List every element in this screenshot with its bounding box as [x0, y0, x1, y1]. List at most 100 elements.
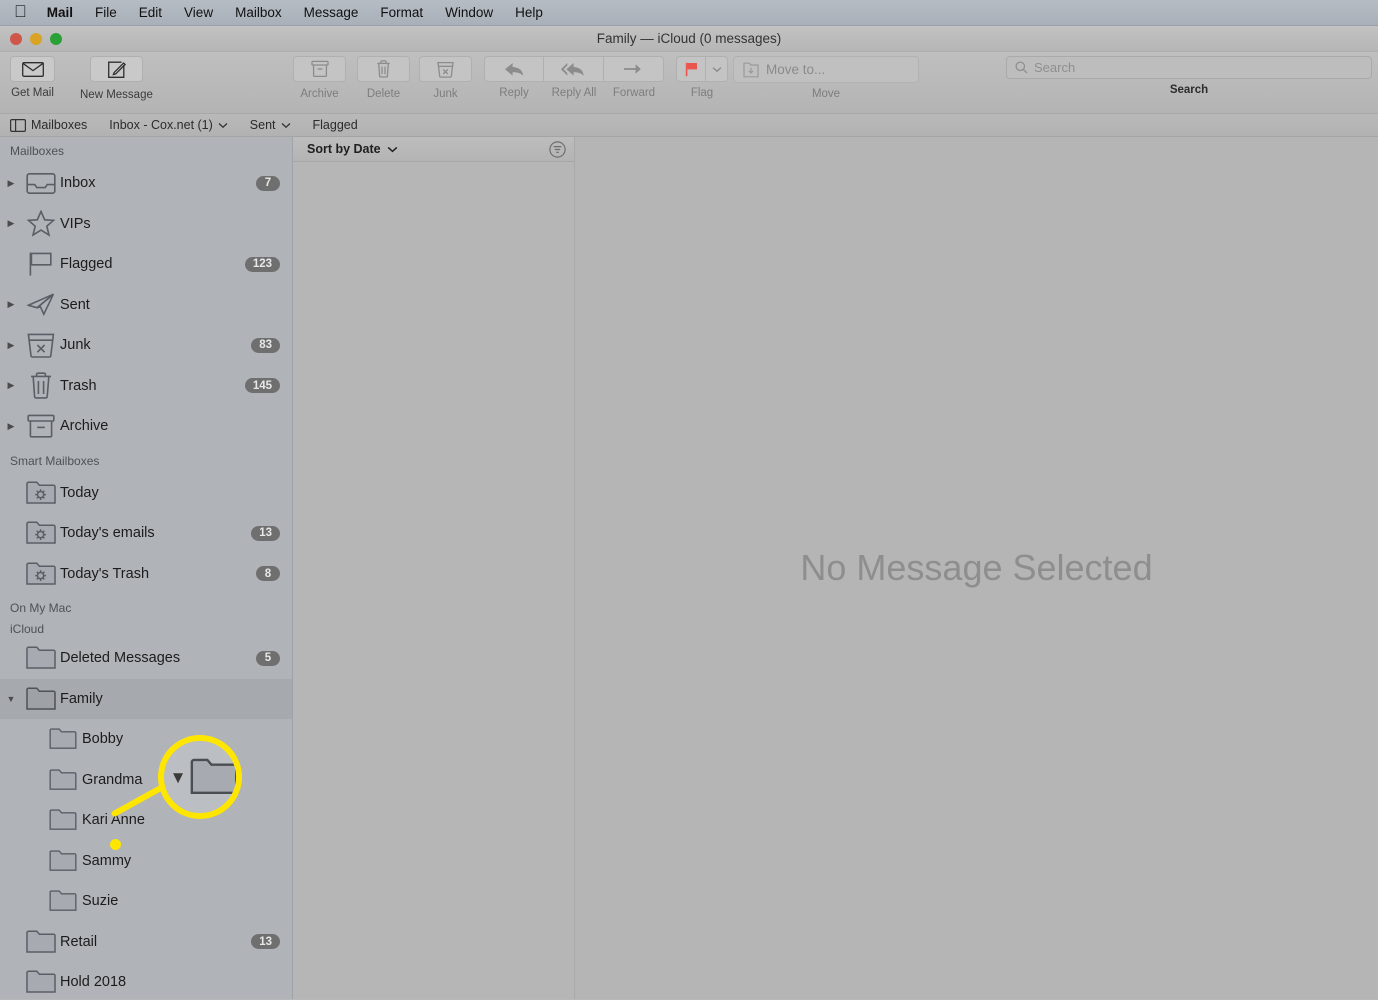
apple-icon[interactable]:  — [14, 3, 27, 20]
search-icon — [1015, 61, 1028, 74]
junk-button[interactable] — [419, 56, 472, 82]
sidebar-item-bobby[interactable]: ▶ Bobby — [0, 719, 292, 760]
sidebar-item-todays-emails[interactable]: ▶ Today's emails 13 — [0, 513, 292, 554]
badge-todays-emails: 13 — [251, 525, 280, 541]
menu-item-window[interactable]: Window — [445, 5, 493, 20]
forward-button[interactable] — [604, 56, 664, 82]
new-message-group: New Message — [80, 56, 153, 101]
sidebar-item-inbox[interactable]: ▶ Inbox 7 — [0, 163, 292, 204]
disclosure-triangle-icon[interactable]: ▶ — [0, 421, 22, 432]
search-input[interactable]: Search — [1034, 60, 1075, 75]
fav-sent-label: Sent — [249, 118, 276, 132]
menu-item-format[interactable]: Format — [380, 5, 423, 20]
sidebar-item-todays-trash[interactable]: ▶ Today's Trash 8 — [0, 554, 292, 595]
annotation-pointer-dot — [110, 839, 121, 850]
menu-bar:  Mail File Edit View Mailbox Message Fo… — [0, 0, 1378, 26]
folder-icon — [44, 728, 82, 750]
disclosure-triangle-icon[interactable]: ▶ — [0, 218, 22, 229]
get-mail-group: Get Mail — [10, 56, 55, 99]
menu-item-file[interactable]: File — [95, 5, 117, 20]
sort-by-button[interactable]: Sort by Date — [307, 142, 398, 156]
folder-icon-magnified — [190, 758, 236, 796]
delete-label: Delete — [366, 88, 401, 100]
sidebar-item-hold-2018[interactable]: ▶ Hold 2018 — [0, 962, 292, 999]
folder-icon — [22, 646, 60, 670]
folder-icon — [44, 769, 82, 791]
fav-flagged[interactable]: Flagged — [313, 118, 358, 132]
menu-item-help[interactable]: Help — [515, 5, 543, 20]
message-list-header: Sort by Date — [293, 137, 574, 162]
sidebar-item-family[interactable]: ▼ Family — [0, 678, 292, 719]
filter-icon[interactable] — [549, 140, 566, 158]
search-group: Search Search — [1006, 56, 1372, 96]
archive-button[interactable] — [293, 56, 346, 82]
fav-sent[interactable]: Sent — [250, 118, 291, 132]
sidebar-item-retail[interactable]: ▶ Retail 13 — [0, 922, 292, 963]
menu-item-message[interactable]: Message — [304, 5, 359, 20]
sidebar-label-hold-2018: Hold 2018 — [60, 974, 127, 991]
disclosure-triangle-icon[interactable]: ▼ — [0, 694, 22, 704]
no-message-selected-text: No Message Selected — [800, 547, 1153, 588]
smart-folder-icon — [22, 562, 60, 586]
disclosure-triangle-icon[interactable]: ▶ — [0, 178, 22, 189]
message-view-pane: No Message Selected — [575, 137, 1378, 999]
reply-group: Reply Reply All Forward — [484, 56, 664, 99]
sidebar-item-trash[interactable]: ▶ Trash 145 — [0, 366, 292, 407]
reply-button[interactable] — [484, 56, 544, 82]
chevron-down-icon — [281, 122, 290, 128]
sidebar-item-deleted-messages[interactable]: ▶ Deleted Messages 5 — [0, 638, 292, 679]
favorites-bar: Mailboxes Inbox - Cox.net (1) Sent Flagg… — [0, 114, 1378, 137]
menu-item-mail[interactable]: Mail — [47, 5, 73, 20]
sidebar-item-vips[interactable]: ▶ VIPs — [0, 204, 292, 245]
sidebar-item-sammy[interactable]: ▶ Sammy — [0, 841, 292, 882]
new-message-button[interactable] — [89, 56, 143, 82]
flag-group: Flag — [676, 56, 728, 99]
mailboxes-toggle[interactable]: Mailboxes — [10, 118, 87, 132]
move-to-button[interactable]: Move to... — [733, 56, 919, 83]
menu-item-mailbox[interactable]: Mailbox — [235, 5, 282, 20]
sidebar-item-archive[interactable]: ▶ Archive — [0, 406, 292, 447]
disclosure-triangle-icon[interactable]: ▶ — [0, 380, 22, 391]
sidebar-item-kari-anne[interactable]: ▶ Kari Anne — [0, 800, 292, 841]
delete-button[interactable] — [357, 56, 410, 82]
move-group: Move to... Move — [733, 56, 919, 100]
get-mail-button[interactable] — [10, 56, 55, 82]
menu-item-view[interactable]: View — [184, 5, 213, 20]
badge-inbox: 7 — [256, 175, 280, 191]
badge-flagged: 123 — [244, 256, 280, 272]
sidebar-item-flagged[interactable]: ▶ Flagged 123 — [0, 244, 292, 285]
disclosure-triangle-icon[interactable]: ▶ — [0, 340, 22, 351]
sidebar-label-todays-emails: Today's emails — [60, 525, 155, 542]
menu-item-edit[interactable]: Edit — [139, 5, 162, 20]
sidebar-label-sent: Sent — [60, 296, 90, 313]
flag-icon — [22, 251, 60, 277]
flag-dropdown-button[interactable] — [706, 56, 728, 82]
badge-junk: 83 — [251, 337, 280, 353]
folder-icon — [44, 850, 82, 872]
folder-icon — [22, 930, 60, 954]
message-list-pane: Sort by Date — [293, 137, 575, 999]
smart-folder-icon — [22, 521, 60, 545]
sidebar-label-suzie: Suzie — [82, 893, 119, 910]
folder-icon — [44, 890, 82, 912]
sidebar-item-today[interactable]: ▶ Today — [0, 473, 292, 514]
sidebar-item-sent[interactable]: ▶ Sent — [0, 285, 292, 326]
flag-segmented-control — [676, 56, 728, 82]
get-mail-label: Get Mail — [11, 87, 54, 99]
badge-trash: 145 — [244, 378, 280, 394]
disclosure-triangle-icon[interactable]: ▶ — [0, 299, 22, 310]
fav-inbox-cox[interactable]: Inbox - Cox.net (1) — [109, 118, 228, 132]
sidebar-item-junk[interactable]: ▶ Junk 83 — [0, 325, 292, 366]
sidebar-label-deleted-messages: Deleted Messages — [60, 650, 181, 667]
new-message-label: New Message — [80, 88, 153, 101]
badge-todays-trash: 8 — [256, 566, 280, 582]
search-field[interactable]: Search — [1006, 56, 1372, 79]
chevron-down-icon — [387, 146, 397, 152]
flag-button[interactable] — [676, 56, 706, 82]
sidebar-toggle-icon — [10, 118, 26, 132]
mailbox-sidebar[interactable]: Mailboxes ▶ Inbox 7 ▶ VIPs Flagged 123 ▶… — [0, 137, 293, 999]
message-list-body[interactable] — [293, 162, 574, 999]
sidebar-item-suzie[interactable]: ▶ Suzie — [0, 881, 292, 922]
flag-label: Flag — [690, 87, 714, 99]
reply-all-button[interactable] — [544, 56, 604, 82]
